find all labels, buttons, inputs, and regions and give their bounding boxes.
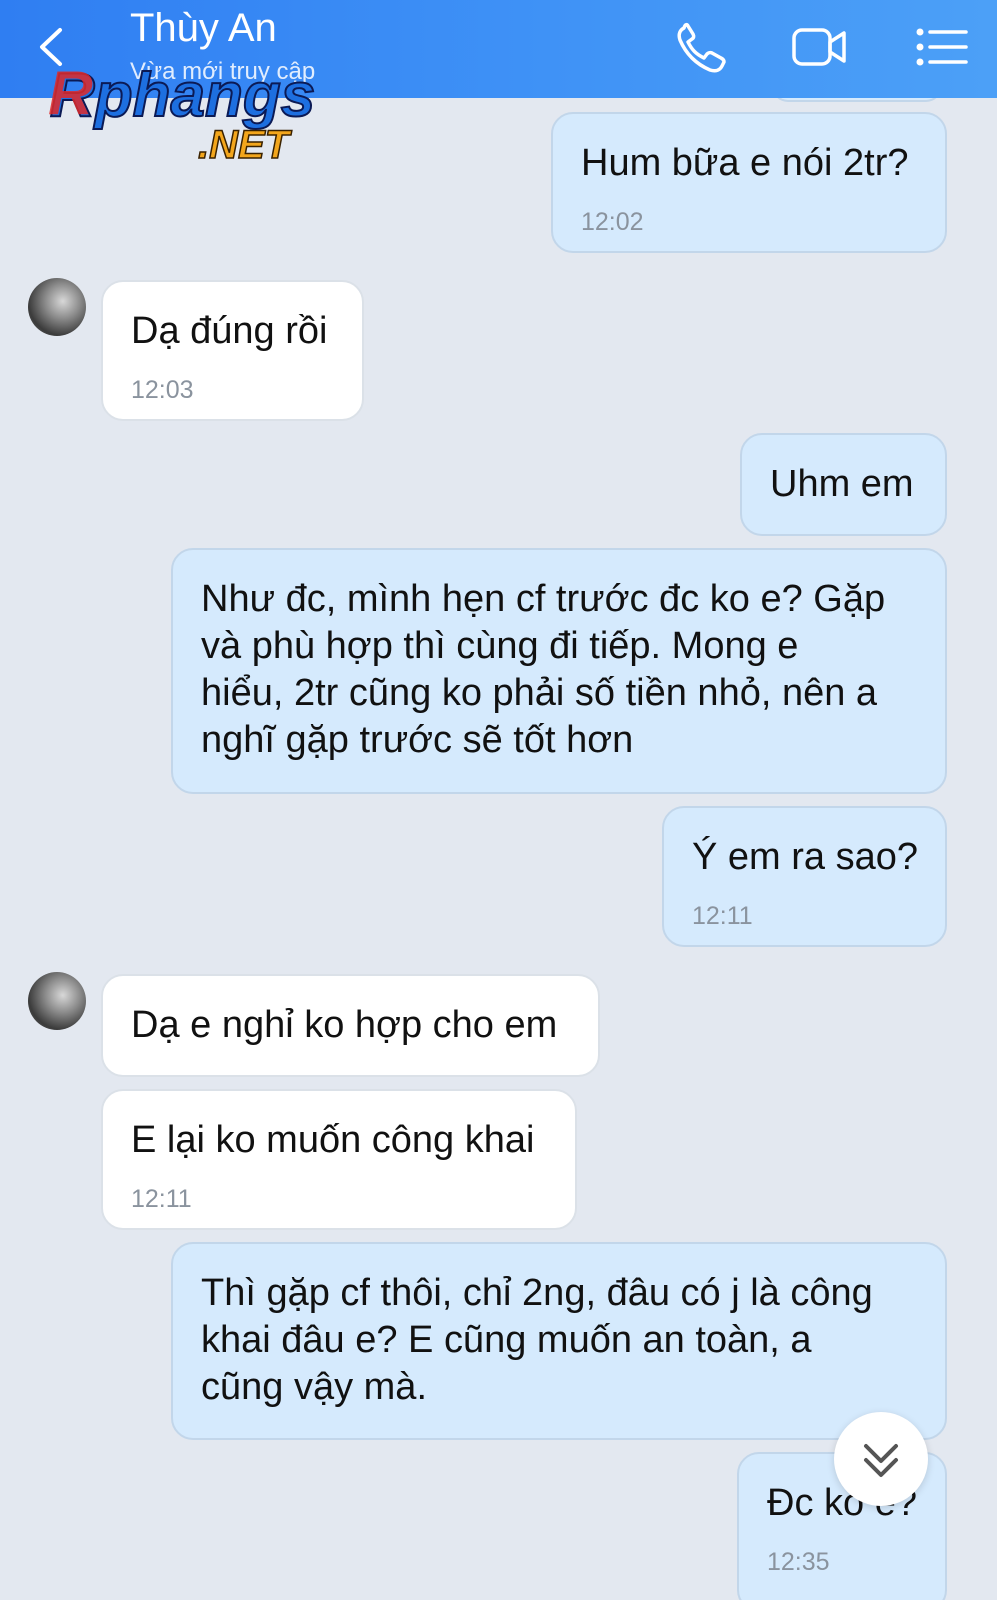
message-text: Ý em ra sao? [692,836,918,878]
message-time: 12:11 [131,1185,192,1213]
message-time: 12:35 [767,1548,830,1576]
video-call-button[interactable] [790,20,850,76]
message-time: 12:11 [692,902,753,930]
message-text: Thì gặp cf thôi, chỉ 2ng, đâu có j là cô… [201,1272,873,1408]
contact-name[interactable]: Thùy An [130,6,277,51]
message-time: 12:03 [131,376,194,404]
message-bubble-outgoing[interactable]: Hum bữa e nói 2tr? 12:02 [551,112,947,253]
call-button[interactable] [672,20,732,76]
message-text: Dạ e nghỉ ko hợp cho em [131,1004,558,1046]
watermark-logo: Rphangs R .NET [48,59,316,168]
message-text: Hum bữa e nói 2tr? [581,142,909,184]
message-text: Như đc, mình hẹn cf trước đc ko e? Gặp v… [201,578,886,761]
message-bubble-incoming[interactable]: E lại ko muốn công khai 12:11 [101,1089,577,1230]
message-bubble-outgoing[interactable]: Uhm em [740,433,947,536]
scroll-to-bottom-button[interactable] [834,1412,928,1506]
message-bubble-outgoing[interactable]: Thì gặp cf thôi, chỉ 2ng, đâu có j là cô… [171,1242,947,1440]
contact-avatar[interactable] [28,972,86,1030]
menu-icon [916,28,968,66]
message-text: Uhm em [770,463,914,505]
message-text: Dạ đúng rồi [131,310,328,352]
message-bubble-outgoing[interactable]: Như đc, mình hẹn cf trước đc ko e? Gặp v… [171,548,947,794]
phone-icon [677,22,726,73]
svg-text:R: R [48,59,93,128]
message-bubble-incoming[interactable]: Dạ đúng rồi 12:03 [101,280,364,421]
message-bubble-incoming[interactable]: Dạ e nghỉ ko hợp cho em [101,974,600,1077]
message-bubble-outgoing[interactable]: Ý em ra sao? 12:11 [662,806,947,947]
menu-button[interactable] [912,20,972,76]
svg-text:.NET: .NET [198,123,293,167]
video-icon [792,28,846,66]
contact-avatar[interactable] [28,278,86,336]
message-text: E lại ko muốn công khai [131,1119,535,1161]
message-time: 12:02 [581,208,644,236]
chevron-double-down-icon [864,1444,898,1477]
